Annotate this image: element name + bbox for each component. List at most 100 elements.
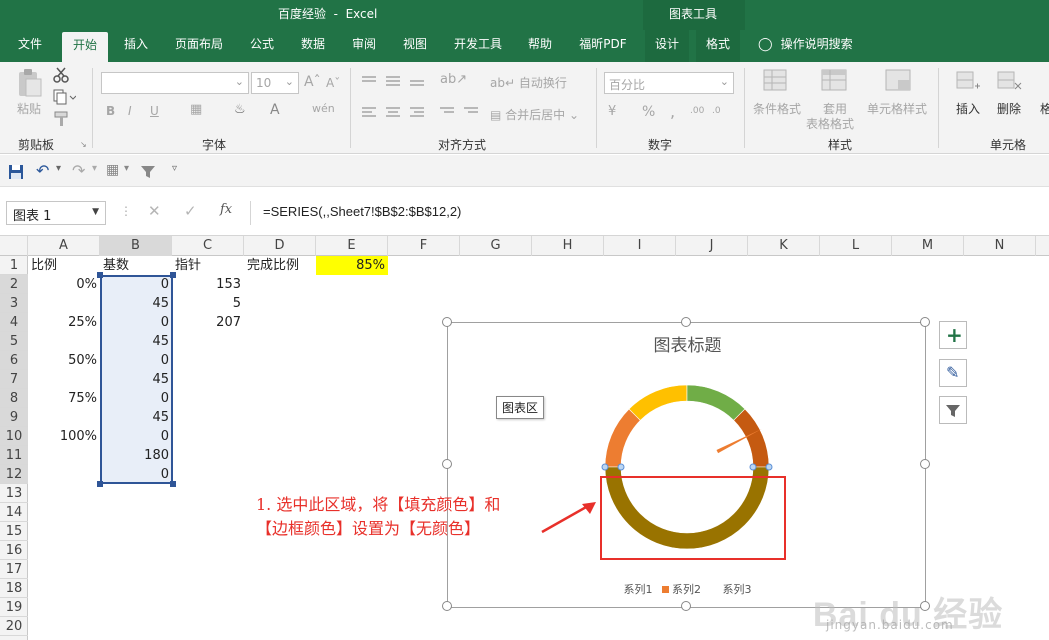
tab-developer[interactable]: 开发工具 [446,30,510,62]
chart-resize-handle[interactable] [442,459,452,469]
enter-icon[interactable]: ✓ [184,202,197,220]
cell-b1[interactable]: 基数 [100,256,172,275]
row-header[interactable]: 20 [0,617,28,636]
row-header[interactable]: 18 [0,579,28,598]
orientation-icon[interactable]: ab↗ [440,72,467,87]
cell-b10[interactable]: 0 [100,427,172,446]
formula-input[interactable]: =SERIES(,,Sheet7!$B$2:$B$12,2) [250,201,1049,225]
row-header[interactable]: 12 [0,465,28,484]
cell-e1[interactable]: 85% [316,256,388,275]
cell-b9[interactable]: 45 [100,408,172,427]
row-header[interactable]: 9 [0,408,28,427]
tab-help[interactable]: 帮助 [518,30,562,62]
tab-review[interactable]: 审阅 [342,30,386,62]
form-icon[interactable]: ▦ [106,162,119,178]
cell-a10[interactable]: 100% [28,427,100,446]
font-color-icon[interactable]: A [270,102,280,118]
row-header[interactable]: 6 [0,351,28,370]
column-header[interactable]: A [28,236,100,256]
number-format-dropdown[interactable]: 百分比 ⌄ [604,72,734,94]
row-header[interactable]: 14 [0,503,28,522]
insert-cells-button[interactable]: 插入 [956,100,980,117]
row-header[interactable]: 17 [0,560,28,579]
comma-icon[interactable]: , [670,102,675,121]
font-size-dropdown[interactable]: 10 ⌄ [251,72,299,94]
cut-icon[interactable] [52,66,70,84]
cell-b11[interactable]: 180 [100,446,172,465]
cell-styles-icon[interactable] [884,68,914,94]
paste-button[interactable]: 粘贴 [17,100,41,117]
format-cells-button[interactable]: 格 [1040,100,1049,117]
doughnut-segment[interactable] [604,408,641,468]
save-icon[interactable] [8,164,24,180]
cell-c2[interactable]: 153 [172,275,244,294]
row-header[interactable]: 5 [0,332,28,351]
tab-design[interactable]: 设计 [645,30,689,62]
underline-icon[interactable]: U [150,104,159,118]
selection-point[interactable] [601,463,609,471]
conditional-format-icon[interactable] [762,68,792,94]
dialog-launcher-icon[interactable]: ↘ [80,140,87,149]
cell-b6[interactable]: 0 [100,351,172,370]
currency-icon[interactable]: ¥ [608,104,616,119]
tab-data[interactable]: 数据 [291,30,335,62]
chevron-down-icon[interactable]: ▾ [124,163,129,174]
cell-c3[interactable]: 5 [172,294,244,313]
tab-formulas[interactable]: 公式 [240,30,284,62]
chevron-down-icon[interactable]: ▾ [92,163,97,174]
border-icon[interactable]: ▦ [190,102,202,117]
column-header[interactable]: C [172,236,244,256]
cell-a2[interactable]: 0% [28,275,100,294]
chart-resize-handle[interactable] [920,317,930,327]
tab-format[interactable]: 格式 [696,30,740,62]
column-header[interactable]: K [748,236,820,256]
cell-b8[interactable]: 0 [100,389,172,408]
chart-resize-handle[interactable] [442,317,452,327]
percent-icon[interactable]: % [642,104,655,120]
row-header[interactable]: 2 [0,275,28,294]
filter-icon[interactable] [140,164,156,180]
column-header[interactable]: I [604,236,676,256]
grow-font-icon[interactable]: Aˆ [304,74,321,90]
search-tell-me[interactable]: ◯ 操作说明搜索 [758,30,853,62]
cell-b7[interactable]: 45 [100,370,172,389]
align-top-icon[interactable] [360,74,430,88]
merge-center-button[interactable]: ▤ 合并后居中 ⌄ [490,106,579,123]
chart-styles-button[interactable]: ✎ [939,359,967,387]
row-header[interactable]: 3 [0,294,28,313]
chart-resize-handle[interactable] [681,601,691,611]
insert-cells-icon[interactable] [955,68,981,94]
column-header[interactable]: E [316,236,388,256]
cell-b5[interactable]: 45 [100,332,172,351]
table-format-icon[interactable] [820,68,850,94]
customize-qat-icon[interactable]: ▿ [172,163,177,174]
select-all-corner[interactable] [0,236,28,256]
cell-d1[interactable]: 完成比例 [244,256,316,275]
cell-b4[interactable]: 0 [100,313,172,332]
align-left-icon[interactable] [360,106,480,120]
chart-resize-handle[interactable] [442,601,452,611]
phonetic-icon[interactable]: wén [312,102,335,115]
row-header[interactable]: 7 [0,370,28,389]
row-header[interactable]: 19 [0,598,28,617]
chevron-down-icon[interactable]: ▾ [56,163,61,174]
copy-icon[interactable] [52,88,76,106]
paste-icon[interactable] [16,68,44,98]
font-name-dropdown[interactable]: ⌄ [101,72,249,94]
conditional-format-button[interactable]: 条件格式 [753,100,801,117]
fill-color-icon[interactable]: ♨ [234,102,246,117]
cell-a4[interactable]: 25% [28,313,100,332]
column-header[interactable]: J [676,236,748,256]
insert-function-icon[interactable]: fx [220,202,232,217]
shrink-font-icon[interactable]: Aˇ [326,76,340,90]
chart-resize-handle[interactable] [920,459,930,469]
column-header[interactable]: D [244,236,316,256]
delete-cells-icon[interactable] [996,68,1022,94]
selection-point[interactable] [617,463,625,471]
row-header[interactable]: 11 [0,446,28,465]
column-header[interactable]: H [532,236,604,256]
cell-b12[interactable]: 0 [100,465,172,484]
doughnut-segment[interactable] [686,384,746,421]
name-box[interactable]: 图表 1 ▼ [6,201,106,225]
chart-resize-handle[interactable] [681,317,691,327]
